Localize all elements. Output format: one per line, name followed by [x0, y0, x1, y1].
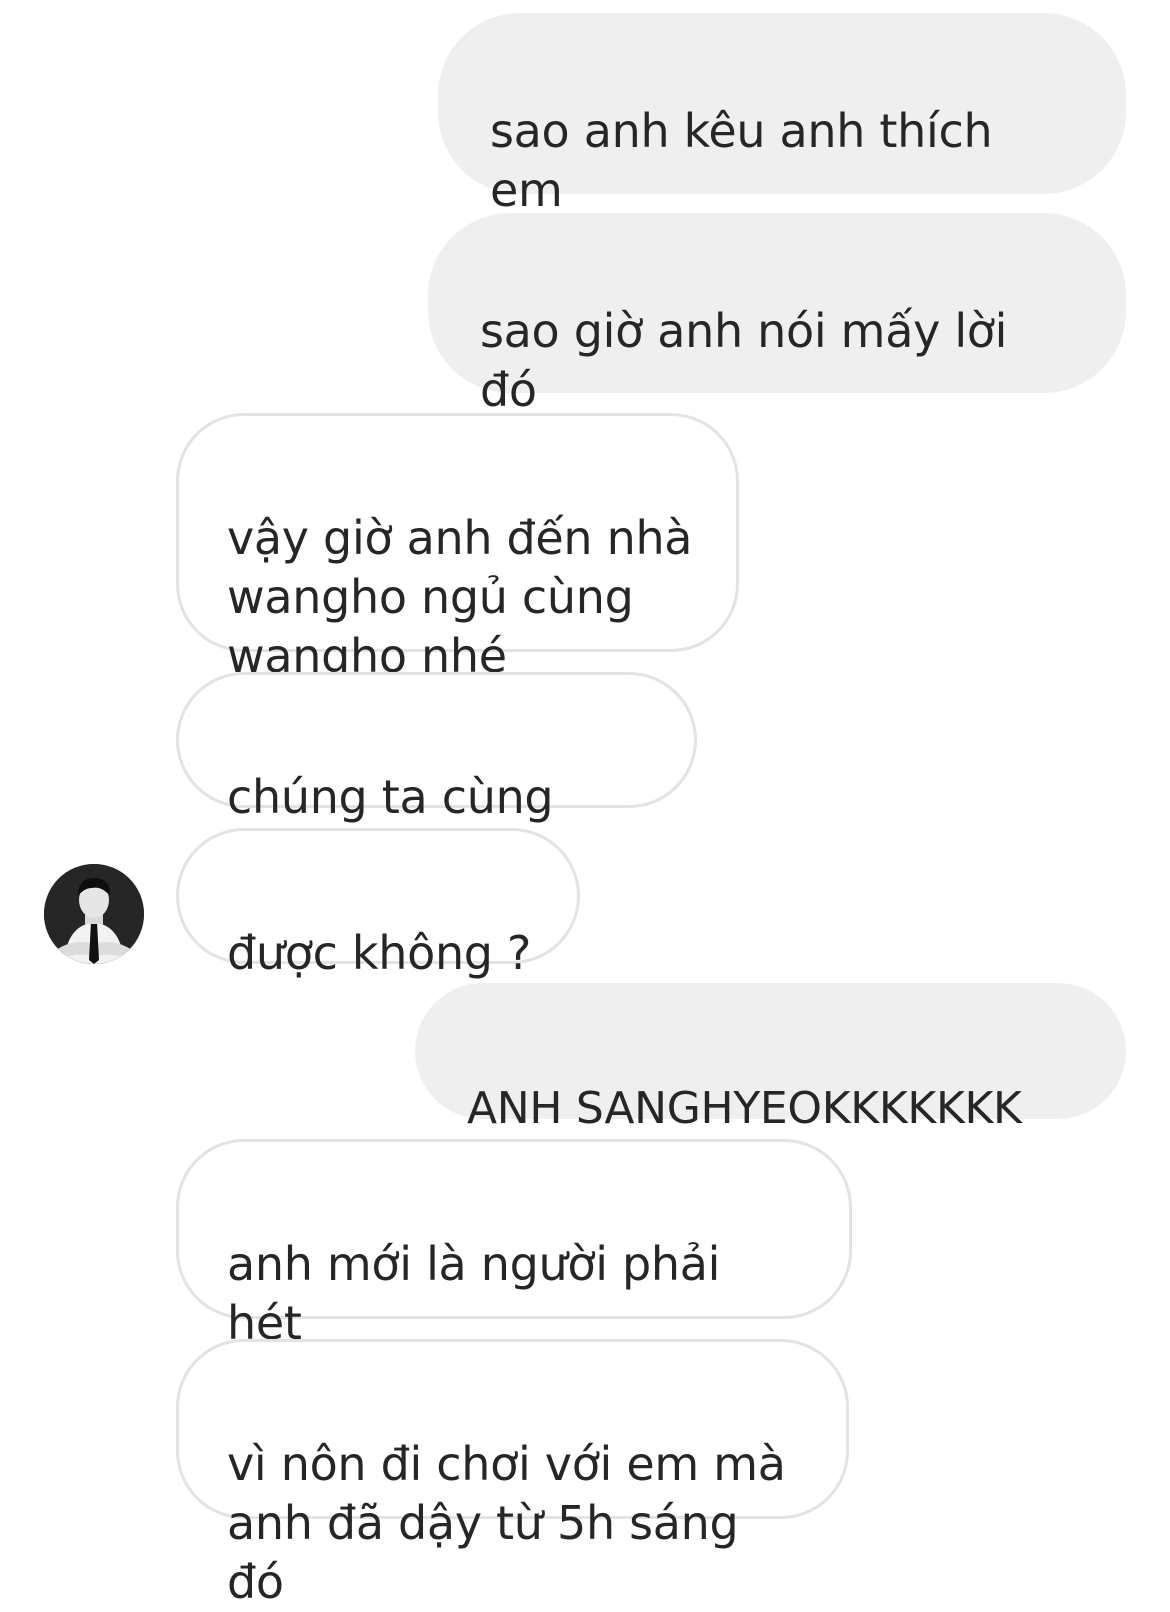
message-bubble-received[interactable]: anh mới là người phải hét lên đây này — [176, 1139, 852, 1409]
message-text: vì nôn đi chơi với em mà anh đã dậy từ 5… — [227, 1437, 786, 1609]
message-bubble-received[interactable]: vậy giờ anh đến nhà wangho ngủ cùng wang… — [176, 413, 739, 683]
message-bubble-received[interactable]: được không ? — [176, 828, 580, 980]
message-bubble-received[interactable]: vì nôn đi chơi với em mà anh đã dậy từ 5… — [176, 1339, 849, 1609]
profile-photo — [44, 864, 144, 964]
message-bubble-received[interactable]: chúng ta cùng ngủ — [176, 672, 697, 883]
message-bubble-sent[interactable]: ANH SANGHYEOKKKKKKK — [415, 983, 1126, 1134]
message-text: được không ? — [227, 926, 532, 980]
message-bubble-sent[interactable]: sao giờ anh nói mấy lời đó với em — [428, 213, 1126, 481]
message-text: vậy giờ anh đến nhà wangho ngủ cùng wang… — [227, 511, 693, 683]
message-text: ANH SANGHYEOKKKKKKK — [467, 1083, 1022, 1134]
avatar[interactable] — [44, 864, 144, 964]
message-bubble-sent[interactable]: sao anh kêu anh thích em lắm mà — [438, 13, 1126, 276]
